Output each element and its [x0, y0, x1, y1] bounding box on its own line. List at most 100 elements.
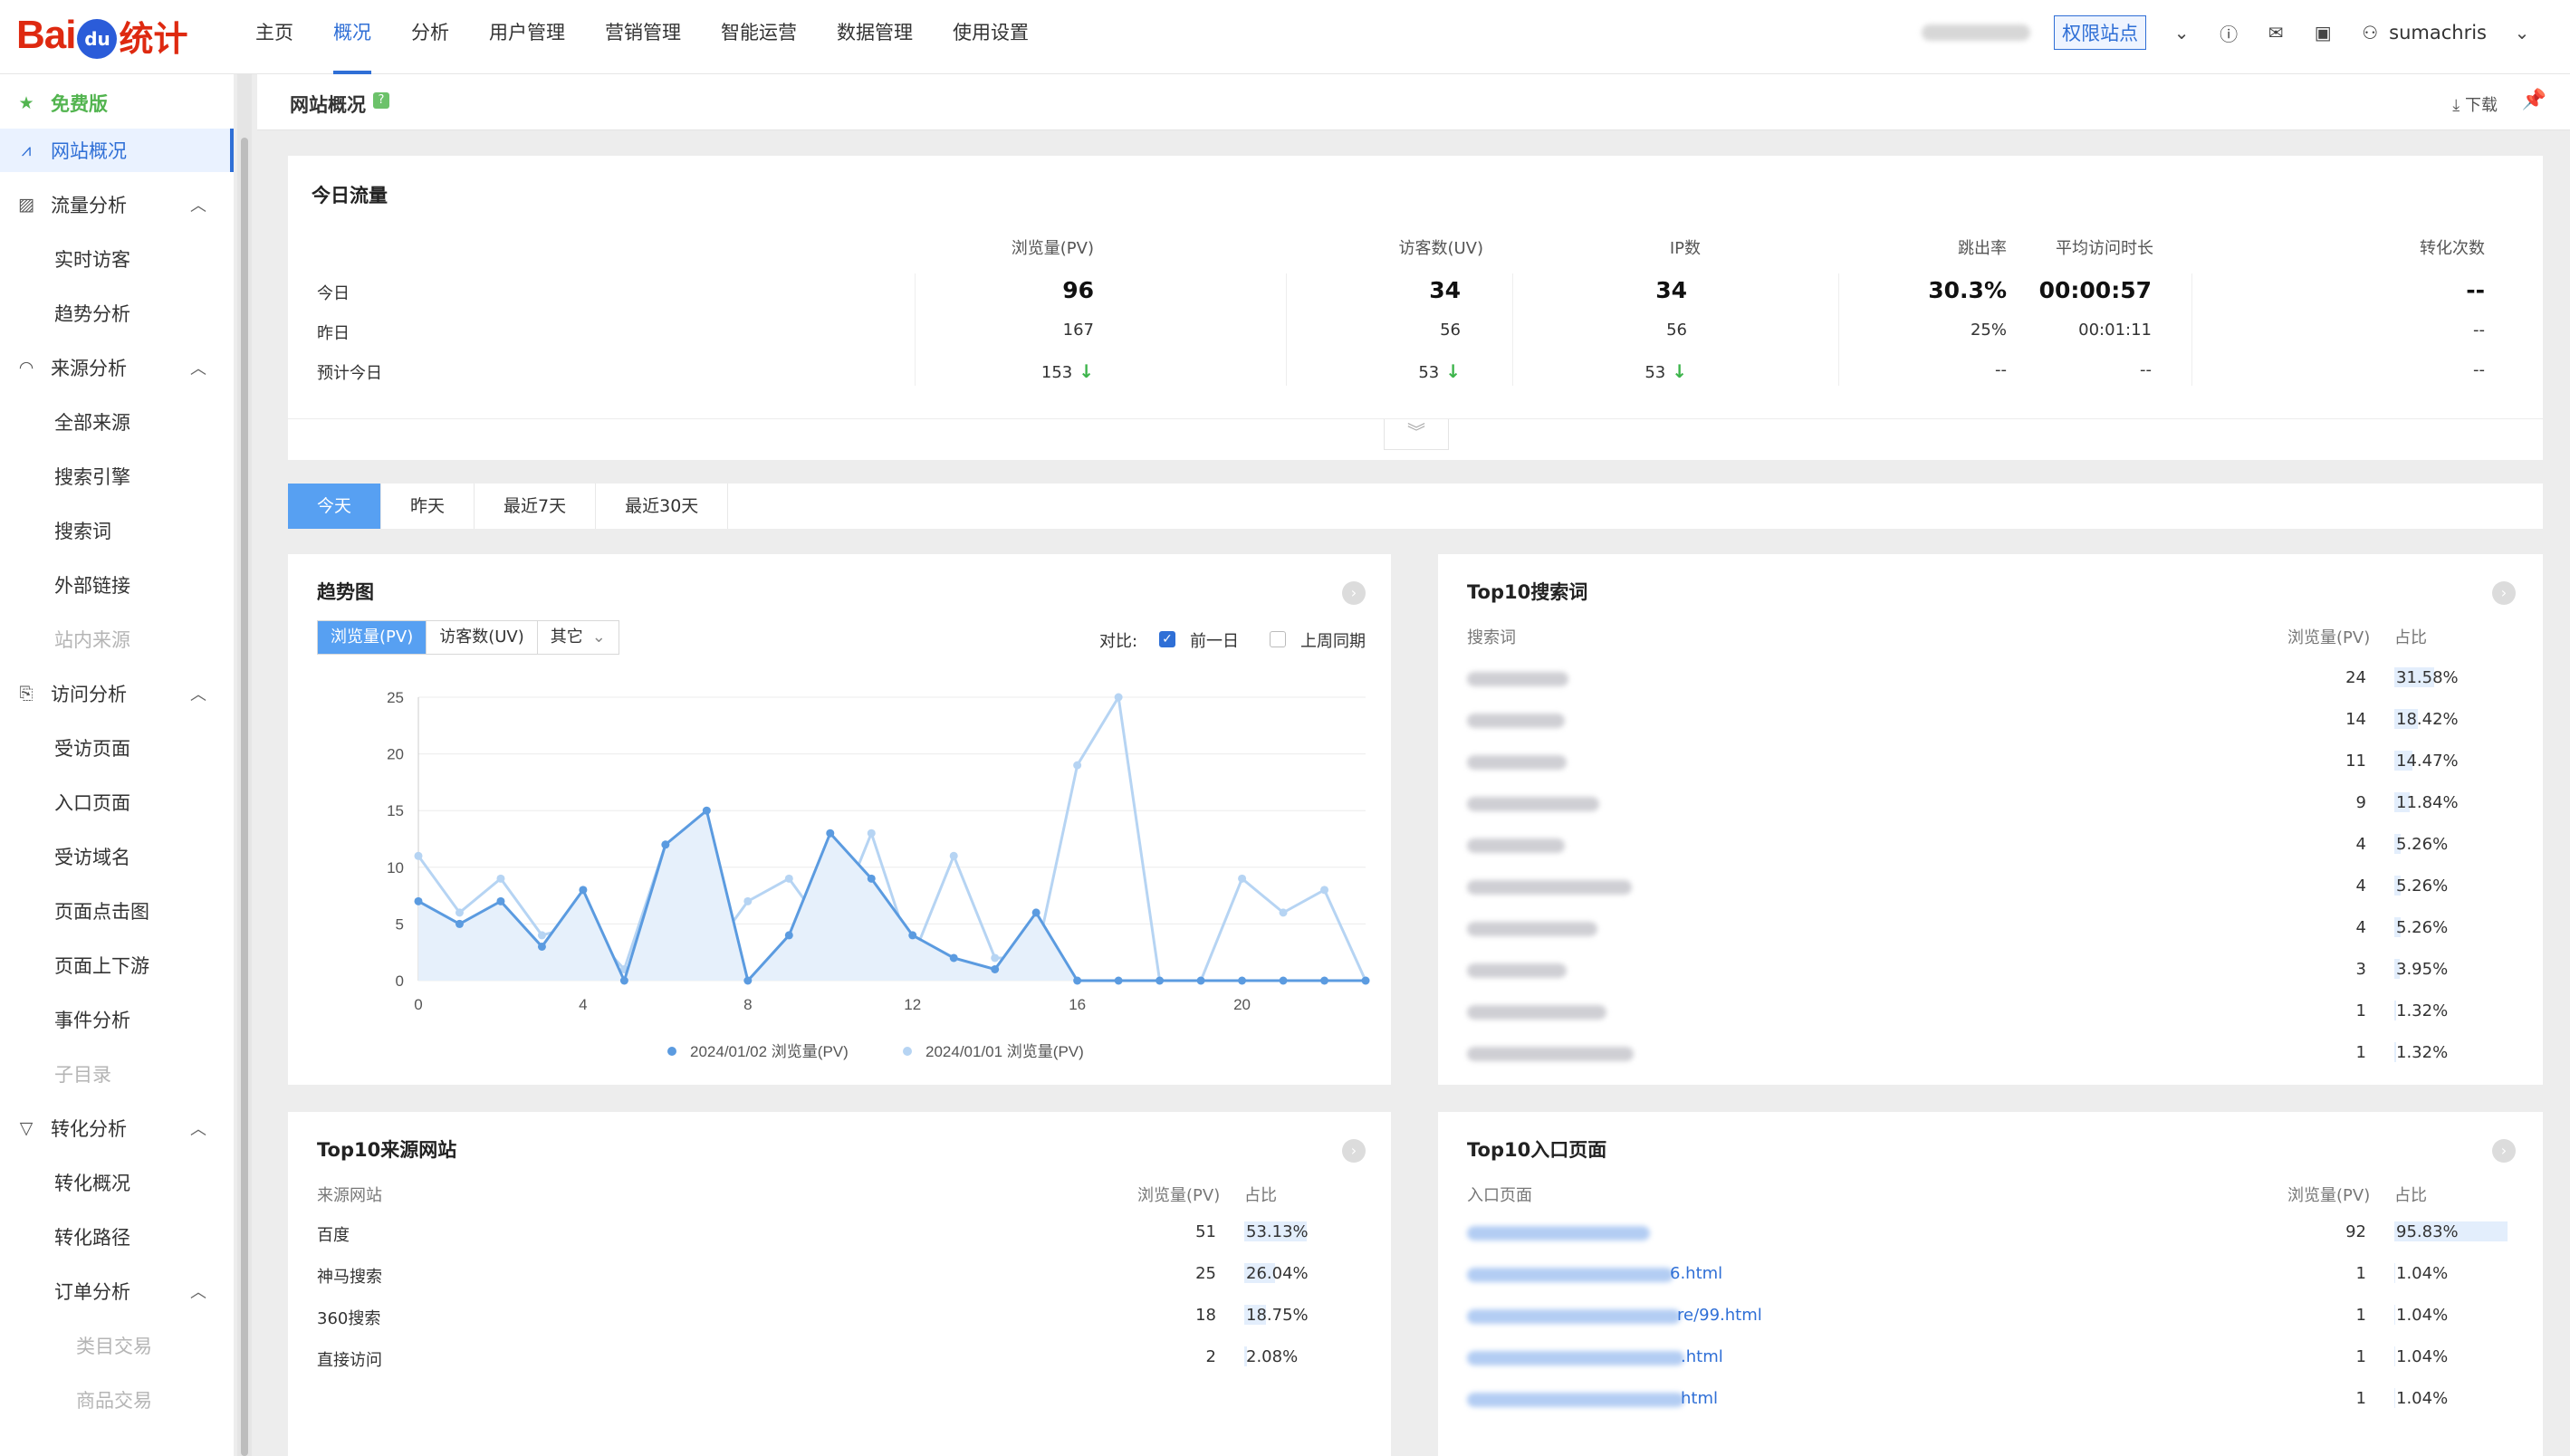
sidebar-item-4[interactable]: ◠ 来源分析 ︿ [0, 346, 234, 389]
search-keyword-redacted[interactable] [1467, 922, 1597, 936]
search-keyword-redacted[interactable] [1467, 1047, 1634, 1061]
sidebar-item-23[interactable]: 商品交易 [0, 1378, 234, 1422]
search-keyword-redacted[interactable] [1467, 755, 1567, 770]
nav-item-7[interactable]: 使用设置 [933, 0, 1049, 74]
data-point[interactable] [455, 919, 464, 928]
sidebar-item-6[interactable]: 搜索引擎 [0, 455, 234, 498]
sidebar-item-2[interactable]: 实时访客 [0, 237, 234, 281]
sidebar-item-16[interactable]: 事件分析 [0, 998, 234, 1041]
nav-item-6[interactable]: 数据管理 [817, 0, 933, 74]
sidebar-item-11[interactable]: 受访页面 [0, 726, 234, 770]
data-point[interactable] [991, 953, 1000, 963]
nav-item-2[interactable]: 分析 [391, 0, 469, 74]
data-point[interactable] [1196, 976, 1205, 985]
search-keyword-redacted[interactable] [1467, 880, 1632, 895]
data-point[interactable] [991, 964, 1000, 973]
data-point[interactable] [414, 851, 423, 860]
data-point[interactable] [579, 886, 588, 895]
data-point[interactable] [1114, 693, 1123, 702]
sidebar-item-22[interactable]: 类目交易 [0, 1324, 234, 1367]
search-keyword-redacted[interactable] [1467, 963, 1567, 978]
chevron-up-icon[interactable]: ︿ [190, 682, 206, 705]
data-point[interactable] [784, 931, 793, 940]
entry-url-tail[interactable]: 6.html [1670, 1264, 1722, 1283]
sidebar-item-13[interactable]: 受访域名 [0, 835, 234, 878]
search-keyword-redacted[interactable] [1467, 714, 1565, 728]
data-point[interactable] [414, 896, 423, 905]
sidebar-item-10[interactable]: ⎘ 访问分析 ︿ [0, 672, 234, 715]
nav-item-1[interactable]: 概况 [313, 0, 391, 74]
expand-toggle-icon[interactable]: ︾ [1384, 419, 1449, 450]
more-arrow-icon[interactable]: › [2492, 581, 2516, 605]
search-keyword-redacted[interactable] [1467, 838, 1565, 853]
mail-icon[interactable]: ✉ [2264, 21, 2287, 44]
data-point[interactable] [1361, 976, 1370, 985]
more-arrow-icon[interactable]: › [2492, 1139, 2516, 1163]
data-point[interactable] [1114, 976, 1123, 985]
data-point[interactable] [1238, 874, 1247, 883]
source-name[interactable]: 直接访问 [317, 1347, 382, 1371]
report-icon[interactable]: ▣ [2311, 21, 2335, 44]
source-name[interactable]: 360搜索 [317, 1306, 380, 1329]
data-point[interactable] [702, 806, 711, 815]
search-keyword-redacted[interactable] [1467, 797, 1599, 811]
date-tab-1[interactable]: 昨天 [381, 484, 475, 529]
more-arrow-icon[interactable]: › [1342, 1139, 1366, 1163]
entry-url-redacted[interactable] [1467, 1393, 1684, 1407]
sidebar-item-1[interactable]: ▨ 流量分析 ︿ [0, 183, 234, 226]
date-tab-3[interactable]: 最近30天 [596, 484, 729, 529]
data-point[interactable] [743, 896, 753, 905]
nav-item-5[interactable]: 智能运营 [701, 0, 817, 74]
sidebar-item-7[interactable]: 搜索词 [0, 509, 234, 552]
search-keyword-redacted[interactable] [1467, 1005, 1606, 1020]
sidebar-item-8[interactable]: 外部链接 [0, 563, 234, 607]
metric-tab-1[interactable]: 访客数(UV) [427, 621, 538, 654]
entry-url-redacted[interactable] [1467, 1226, 1650, 1240]
sidebar-item-15[interactable]: 页面上下游 [0, 944, 234, 987]
data-point[interactable] [1279, 976, 1288, 985]
chevron-down-icon[interactable]: ⌄ [2170, 21, 2193, 44]
chevron-up-icon[interactable]: ︿ [190, 356, 206, 379]
nav-item-0[interactable]: 主页 [235, 0, 313, 74]
metric-tab-0[interactable]: 浏览量(PV) [318, 621, 427, 654]
data-point[interactable] [743, 976, 753, 985]
legend-label[interactable]: 2024/01/01 浏览量(PV) [925, 1043, 1084, 1060]
data-point[interactable] [661, 840, 670, 849]
data-point[interactable] [908, 931, 917, 940]
user-menu[interactable]: ⚇ sumachris [2358, 21, 2487, 44]
data-point[interactable] [619, 976, 628, 985]
nav-item-4[interactable]: 营销管理 [585, 0, 701, 74]
permission-site-badge[interactable]: 权限站点 [2054, 15, 2147, 50]
sidebar-item-21[interactable]: 订单分析 ︿ [0, 1269, 234, 1313]
compare-last-week-checkbox[interactable] [1270, 631, 1286, 647]
data-point[interactable] [496, 874, 505, 883]
help-icon[interactable]: ⓘ [2217, 21, 2240, 45]
sidebar-item-9[interactable]: 站内来源 [0, 618, 234, 661]
chevron-up-icon[interactable]: ︿ [190, 1116, 206, 1140]
data-point[interactable] [1073, 976, 1082, 985]
data-point[interactable] [496, 896, 505, 905]
sidebar-item-14[interactable]: 页面点击图 [0, 889, 234, 933]
sidebar-item-19[interactable]: 转化概况 [0, 1161, 234, 1204]
data-point[interactable] [537, 931, 546, 940]
metric-tab-2[interactable]: 其它 ⌄ [537, 621, 619, 654]
entry-url-redacted[interactable] [1467, 1268, 1673, 1282]
data-point[interactable] [1320, 976, 1329, 985]
sidebar-item-20[interactable]: 转化路径 [0, 1215, 234, 1259]
download-button[interactable]: ⤓ 下载 [2452, 92, 2498, 116]
free-edition[interactable]: ★ 免费版 [0, 81, 234, 125]
date-tab-0[interactable]: 今天 [288, 484, 382, 529]
data-point[interactable] [867, 874, 876, 883]
more-arrow-icon[interactable]: › [1342, 581, 1366, 605]
data-point[interactable] [1279, 908, 1288, 917]
data-point[interactable] [537, 942, 546, 951]
entry-url-redacted[interactable] [1467, 1351, 1684, 1365]
sidebar-item-18[interactable]: ▽ 转化分析 ︿ [0, 1106, 234, 1150]
data-point[interactable] [1156, 976, 1165, 985]
entry-url-tail[interactable]: .html [1681, 1347, 1723, 1366]
sidebar-item-3[interactable]: 趋势分析 [0, 292, 234, 335]
entry-url-tail[interactable]: html [1681, 1389, 1718, 1408]
baidu-tongji-logo[interactable]: Bai du 统计 [16, 7, 188, 63]
entry-url-redacted[interactable] [1467, 1309, 1681, 1324]
compare-prev-day-checkbox[interactable]: ✓ [1159, 631, 1175, 647]
